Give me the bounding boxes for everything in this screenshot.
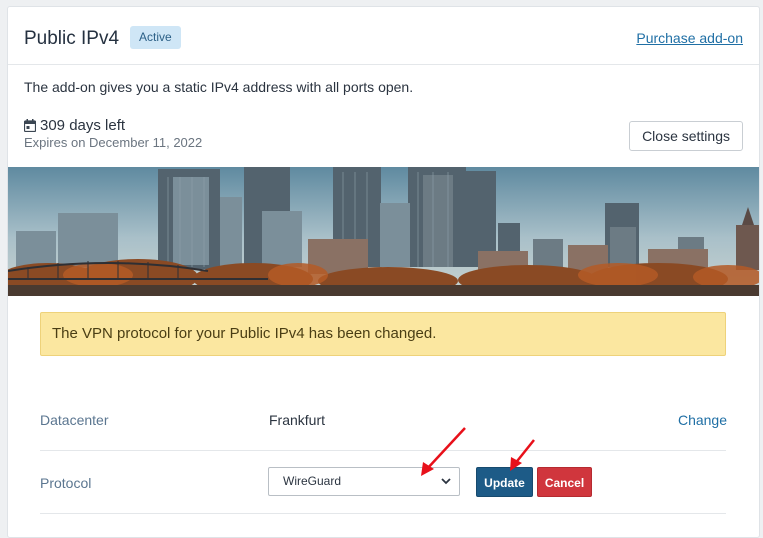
city-skyline-banner [8,167,759,296]
datacenter-value: Frankfurt [269,412,326,428]
row-divider [40,513,726,514]
protocol-changed-alert: The VPN protocol for your Public IPv4 ha… [40,312,726,356]
protocol-label: Protocol [40,475,92,491]
chevron-down-icon [441,478,451,485]
datacenter-label: Datacenter [40,412,109,428]
page-title: Public IPv4 [24,28,120,49]
purchase-addon-link[interactable]: Purchase add-on [636,30,743,46]
protocol-select[interactable]: WireGuard [268,467,460,496]
addon-description: The add-on gives you a static IPv4 addre… [24,79,414,95]
city-skyline-photo [8,167,759,296]
change-datacenter-link[interactable]: Change [678,412,727,428]
days-left-text: 309 days left [40,117,126,134]
days-left: 309 days left [24,117,125,134]
row-divider [40,450,726,451]
cancel-button[interactable]: Cancel [537,467,592,497]
expiry-date: Expires on December 11, 2022 [24,135,203,150]
card-header: Public IPv4 Active Purchase add-on [8,7,759,65]
calendar-icon [24,119,36,132]
protocol-selected-value: WireGuard [283,474,342,488]
update-button[interactable]: Update [476,467,533,497]
ipv4-addon-card: Public IPv4 Active Purchase add-on The a… [7,6,760,538]
status-badge: Active [130,26,181,49]
close-settings-button[interactable]: Close settings [629,121,743,151]
